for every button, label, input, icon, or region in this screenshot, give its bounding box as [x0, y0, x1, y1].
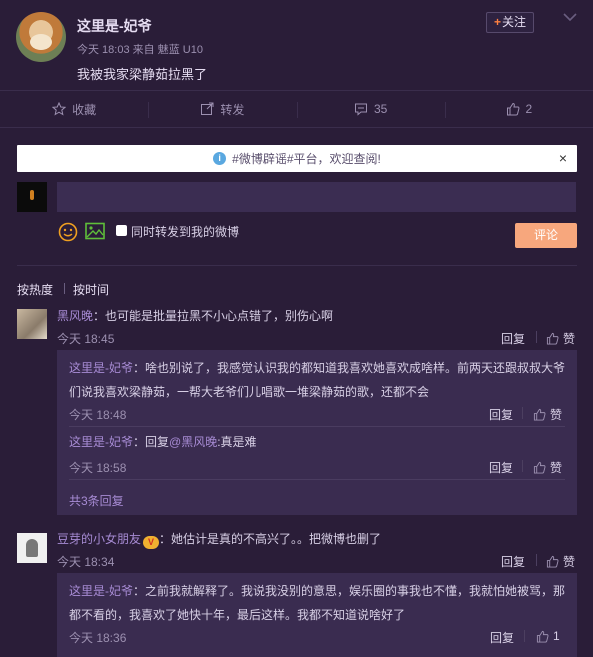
thumbs-up-icon [546, 555, 559, 568]
comment-count: 35 [373, 102, 388, 116]
like-comment-button[interactable]: 赞 [533, 459, 562, 476]
thumbs-up-icon [533, 461, 546, 474]
thumbs-up-icon [536, 630, 549, 643]
divider [69, 479, 565, 480]
commenter-name[interactable]: 豆芽的小女朋友 [57, 532, 141, 546]
notice-text[interactable]: #微博辟谣#平台，欢迎查阅! [232, 150, 381, 167]
reply-text: 这里是-妃爷：啥也别说了，我感觉认识我的都知道我喜欢她喜欢成啥样。前两天还跟叔叔… [69, 356, 569, 404]
vip-badge-icon: V [143, 536, 160, 549]
image-icon[interactable] [85, 222, 105, 243]
post-action-bar: 收藏 转发 35 2 [0, 90, 593, 128]
like-comment-button[interactable]: 1 [536, 629, 560, 643]
favorite-button[interactable]: 收藏 [0, 91, 148, 127]
like-count: 1 [553, 629, 560, 643]
divider [69, 426, 565, 427]
reply-time: 今天 18:58 [69, 461, 127, 475]
reply-button[interactable]: 回复 [501, 553, 525, 570]
commenter-name[interactable]: 黑风晚 [57, 309, 93, 323]
like-comment-button[interactable]: 赞 [546, 330, 575, 347]
comment-text: 豆芽的小女朋友 V ：她估计是真的不高兴了。。把微博也删了 [57, 530, 381, 549]
repost-checkbox-label[interactable]: 同时转发到我的微博 [131, 223, 239, 240]
comment-button[interactable]: 35 [296, 91, 445, 127]
sort-separator [64, 283, 65, 294]
separator [522, 407, 523, 419]
post-source-prefix: 来自 [132, 44, 155, 56]
separator [536, 554, 537, 566]
share-icon [201, 102, 214, 115]
repost-label: 转发 [220, 102, 245, 117]
commenter-avatar[interactable] [17, 533, 47, 563]
reply-thread: 这里是-妃爷：之前我就解释了。我说我没别的意思，娱乐圈的事我也不懂，我就怕她被骂… [57, 573, 577, 657]
comment-body: ：她估计是真的不高兴了。。把微博也删了 [159, 532, 382, 546]
comment-time: 今天 18:34 [57, 555, 115, 569]
repost-checkbox[interactable] [116, 225, 127, 236]
reply-body: ：之前我就解释了。我说我没别的意思，娱乐圈的事我也不懂，我就怕她被骂，那都不看的… [69, 584, 566, 622]
author-name[interactable]: 这里是-妃爷 [77, 16, 152, 36]
reply-body: :真是难 [217, 435, 257, 449]
reply-button[interactable]: 回复 [489, 406, 513, 423]
reply-prefix: ：回复 [133, 435, 170, 449]
thumbs-up-icon [546, 332, 559, 345]
like-label: 赞 [563, 555, 576, 569]
like-button[interactable]: 2 [444, 91, 593, 127]
follow-label: 关注 [502, 15, 527, 29]
post-text: 我被我家梁静茹拉黑了 [77, 67, 208, 82]
repost-button[interactable]: 转发 [148, 91, 296, 127]
separator [524, 630, 525, 642]
follow-button[interactable]: +关注 [486, 12, 534, 33]
reply-body: ：啥也别说了，我感觉认识我的都知道我喜欢她喜欢成啥样。前两天还跟叔叔大爷们说我喜… [69, 361, 566, 399]
reply-text: 这里是-妃爷：回复@黑风晚:真是难 [69, 430, 569, 454]
like-label: 赞 [550, 461, 563, 475]
reply-button[interactable]: 回复 [501, 330, 525, 347]
close-icon[interactable]: × [559, 150, 567, 166]
post-time[interactable]: 今天 18:03 [77, 44, 130, 56]
like-label: 赞 [550, 408, 563, 422]
thumbs-up-icon [533, 408, 546, 421]
mention-link[interactable]: @黑风晚 [169, 435, 217, 449]
rumor-notice-banner[interactable]: i #微博辟谣#平台，欢迎查阅! × [17, 145, 577, 172]
plus-icon: + [493, 15, 501, 29]
comment-body: ：也可能是批量拉黑不小心点错了，别伤心啊 [93, 309, 334, 323]
separator [536, 331, 537, 343]
comment-time: 今天 18:45 [57, 332, 115, 346]
my-avatar [17, 182, 47, 212]
sort-by-time[interactable]: 按时间 [73, 281, 109, 298]
like-comment-button[interactable]: 赞 [533, 406, 562, 423]
emoji-icon[interactable] [58, 222, 78, 245]
post-source[interactable]: 魅蓝 U10 [158, 44, 203, 56]
commenter-avatar[interactable] [17, 309, 47, 339]
reply-time: 今天 18:48 [69, 408, 127, 422]
separator [522, 460, 523, 472]
comment-icon [354, 103, 367, 116]
reply-author[interactable]: 这里是-妃爷 [69, 435, 133, 449]
favorite-label: 收藏 [72, 102, 97, 117]
reply-text: 这里是-妃爷：之前我就解释了。我说我没别的意思，娱乐圈的事我也不懂，我就怕她被骂… [69, 579, 569, 627]
star-icon [52, 102, 67, 116]
like-label: 赞 [563, 332, 576, 346]
info-icon: i [213, 152, 227, 165]
reply-author[interactable]: 这里是-妃爷 [69, 584, 133, 598]
like-comment-button[interactable]: 赞 [546, 553, 575, 570]
reply-time: 今天 18:36 [69, 631, 127, 645]
reply-button[interactable]: 回复 [490, 629, 514, 646]
reply-author[interactable]: 这里是-妃爷 [69, 361, 133, 375]
comment-text: 黑风晚：也可能是批量拉黑不小心点错了，别伤心啊 [57, 307, 333, 324]
like-count: 2 [525, 102, 533, 116]
divider [17, 265, 577, 266]
submit-comment-button[interactable]: 评论 [515, 223, 577, 248]
reply-thread: 这里是-妃爷：啥也别说了，我感觉认识我的都知道我喜欢她喜欢成啥样。前两天还跟叔叔… [57, 350, 577, 515]
post-meta: 今天 18:03 来自 魅蓝 U10 [77, 41, 203, 57]
reply-button[interactable]: 回复 [489, 459, 513, 476]
chevron-down-icon[interactable] [561, 10, 579, 24]
author-avatar[interactable] [16, 12, 66, 62]
sort-by-hot[interactable]: 按热度 [17, 281, 53, 298]
more-replies-link[interactable]: 共3条回复 [69, 492, 124, 509]
comment-input[interactable] [57, 182, 576, 212]
thumbs-up-icon [506, 102, 519, 116]
